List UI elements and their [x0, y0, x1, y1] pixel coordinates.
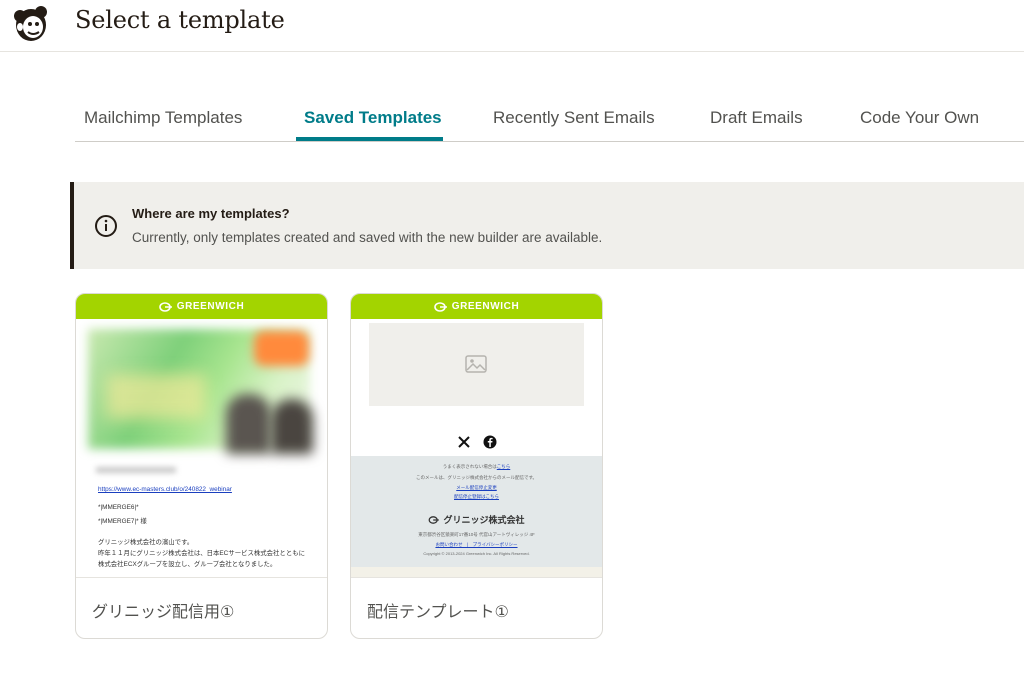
tab-code-your-own[interactable]: Code Your Own [860, 108, 979, 128]
template-name[interactable]: 配信テンプレート① [367, 598, 509, 622]
preview-hero-badge [254, 331, 309, 366]
footer-text: うまく表示されない場合はこちら [351, 464, 602, 470]
footer-links: お問い合わせ | プライバシーポリシー [435, 542, 518, 547]
tab-recently-sent-emails[interactable]: Recently Sent Emails [493, 108, 655, 128]
footer-link: メール配信停止変更 [456, 485, 497, 490]
preview-hero-person [226, 394, 271, 454]
preview-merge-tag: *|MMERGE7|* 様 [98, 518, 147, 525]
preview-blurred-text [96, 467, 176, 473]
template-card[interactable]: GREENWICH https://www.ec-masters.club/o/… [75, 293, 328, 639]
footer-company-logo: グリニッジ株式会社 [351, 513, 602, 526]
footer-text-line: うまく表示されない場合は [442, 464, 497, 469]
greenwich-logo-icon [158, 301, 172, 312]
mailchimp-logo-icon[interactable] [10, 2, 52, 44]
preview-body-text: グリニッジ株式会社の濱山です。 [98, 539, 194, 546]
x-twitter-icon [458, 436, 470, 448]
greenwich-logo-icon [433, 301, 447, 312]
image-placeholder [369, 323, 584, 406]
card-brand-name: GREENWICH [451, 301, 520, 312]
card-footer: 配信テンプレート① [351, 577, 602, 638]
template-card[interactable]: GREENWICH うまく表示されない場合はこちら このメールは、グリニッジ株式… [350, 293, 603, 639]
page-title: Select a template [75, 6, 285, 34]
preview-hero-person [271, 399, 313, 454]
preview-link: https://www.ec-masters.club/o/240822_web… [98, 486, 232, 493]
template-preview: うまく表示されない場合はこちら このメールは、グリニッジ株式会社からのメール配信… [351, 319, 602, 578]
preview-body-text: 株式会社ECXグループを設立し、グループ会社となりました。 [98, 561, 277, 568]
banner-title: Where are my templates? [132, 206, 290, 221]
template-name[interactable]: グリニッジ配信用① [92, 598, 234, 622]
banner-text: Currently, only templates created and sa… [132, 230, 603, 245]
card-brand-name: GREENWICH [176, 301, 245, 312]
preview-merge-tag: *|MMERGE6|* [98, 504, 139, 511]
card-brand-header: GREENWICH [76, 294, 327, 319]
footer-link: こちら [496, 464, 511, 469]
top-header: Select a template [0, 0, 1024, 52]
footer-address: 東京都渋谷区猿楽町17番10号 代官山アートヴィレッジ 4F [418, 532, 535, 537]
image-placeholder-icon [465, 355, 487, 373]
info-banner: Where are my templates? Currently, only … [70, 182, 1024, 269]
footer-company-name: グリニッジ株式会社 [443, 515, 525, 525]
template-preview: https://www.ec-masters.club/o/240822_web… [76, 319, 327, 578]
tab-saved-templates[interactable]: Saved Templates [304, 108, 442, 128]
preview-body-text: 昨年１１月にグリニッジ株式会社は、日本ECサービス株式会社とともに [98, 550, 305, 557]
facebook-icon [483, 435, 497, 449]
footer-copyright: Copyright © 2013-2024 Greenwich Inc. All… [423, 551, 530, 556]
tab-mailchimp-templates[interactable]: Mailchimp Templates [84, 108, 242, 128]
active-tab-indicator [296, 137, 443, 141]
tab-draft-emails[interactable]: Draft Emails [710, 108, 803, 128]
card-footer: グリニッジ配信用① [76, 577, 327, 638]
preview-hero-highlight [106, 374, 206, 419]
greenwich-logo-icon [429, 515, 440, 524]
template-tabs: Mailchimp Templates Saved Templates Rece… [75, 100, 1024, 142]
footer-text: このメールは、グリニッジ株式会社からのメール配信です。 [415, 475, 538, 480]
info-icon [95, 215, 117, 237]
footer-link: 配信停止登録はこちら [454, 494, 499, 499]
card-brand-header: GREENWICH [351, 294, 602, 319]
